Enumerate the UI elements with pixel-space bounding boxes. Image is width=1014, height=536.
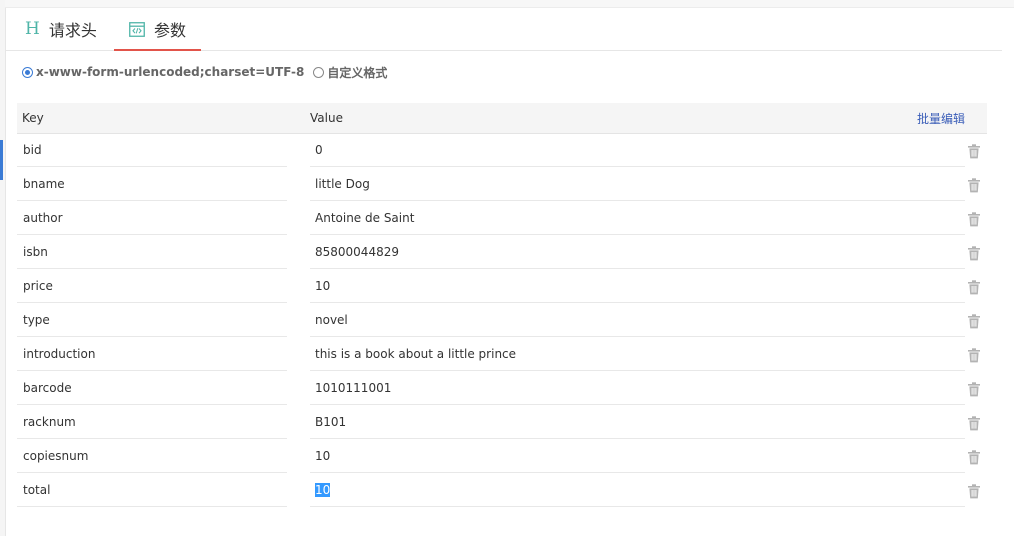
table-row: total 10 xyxy=(17,474,987,508)
value-column-header: Value xyxy=(310,111,343,125)
code-window-icon xyxy=(129,21,145,37)
key-input[interactable]: type xyxy=(17,304,287,337)
table-row: price 10 xyxy=(17,270,987,304)
bulk-edit-link[interactable]: 批量编辑 xyxy=(917,110,965,127)
key-input[interactable]: introduction xyxy=(17,338,287,371)
radio-checked-icon xyxy=(22,66,33,78)
value-input[interactable]: 0 xyxy=(310,134,965,167)
value-text: 10 xyxy=(315,449,331,463)
trash-icon[interactable] xyxy=(967,416,981,431)
body-format-options: x-www-form-urlencoded;charset=UTF-8 自定义格… xyxy=(22,63,387,81)
table-body: bid 0 bname little Dog author Antoine de Sain… xyxy=(17,134,987,508)
value-text: B101 xyxy=(315,415,347,429)
params-table: Key Value 批量编辑 bid 0 bname little Dog author… xyxy=(17,103,987,508)
key-text: isbn xyxy=(23,245,48,259)
tab-params-label: 参数 xyxy=(153,21,186,40)
tab-headers-label: 请求头 xyxy=(48,21,97,40)
table-row: racknum B101 xyxy=(17,406,987,440)
tab-params[interactable]: 参数 xyxy=(114,8,201,51)
value-input[interactable]: 10 xyxy=(310,474,965,507)
trash-icon[interactable] xyxy=(967,314,981,329)
key-input[interactable]: barcode xyxy=(17,372,287,405)
radio-custom-format-label: 自定义格式 xyxy=(327,65,388,80)
trash-icon[interactable] xyxy=(967,212,981,227)
value-input[interactable]: 85800044829 xyxy=(310,236,965,269)
key-text: price xyxy=(23,279,53,293)
trash-icon[interactable] xyxy=(967,144,981,159)
table-row: bid 0 xyxy=(17,134,987,168)
radio-unchecked-icon xyxy=(313,66,325,78)
key-input[interactable]: author xyxy=(17,202,287,235)
trash-icon[interactable] xyxy=(967,348,981,363)
key-text: copiesnum xyxy=(23,449,89,463)
key-input[interactable]: total xyxy=(17,474,287,507)
value-input[interactable]: this is a book about a little prince xyxy=(310,338,965,371)
value-text: 0 xyxy=(315,143,323,157)
key-text: racknum xyxy=(23,415,76,429)
value-input[interactable]: novel xyxy=(310,304,965,337)
value-text: Antoine de Saint xyxy=(315,211,415,225)
tab-headers[interactable]: H 请求头 xyxy=(25,8,97,50)
table-header: Key Value 批量编辑 xyxy=(17,103,987,134)
trash-icon[interactable] xyxy=(967,246,981,261)
trash-icon[interactable] xyxy=(967,178,981,193)
value-input[interactable]: Antoine de Saint xyxy=(310,202,965,235)
key-text: author xyxy=(23,211,63,225)
radio-custom-format[interactable]: 自定义格式 xyxy=(313,64,387,81)
key-input[interactable]: isbn xyxy=(17,236,287,269)
key-input[interactable]: copiesnum xyxy=(17,440,287,473)
table-row: barcode 1010111001 xyxy=(17,372,987,406)
key-text: type xyxy=(23,313,50,327)
value-text: little Dog xyxy=(315,177,370,191)
table-row: isbn 85800044829 xyxy=(17,236,987,270)
table-row: author Antoine de Saint xyxy=(17,202,987,236)
key-text: barcode xyxy=(23,381,72,395)
value-text: 10 xyxy=(315,279,331,293)
value-input[interactable]: 10 xyxy=(310,270,965,303)
key-input[interactable]: bname xyxy=(17,168,287,201)
key-input[interactable]: racknum xyxy=(17,406,287,439)
radio-urlencoded-label: x-www-form-urlencoded;charset=UTF-8 xyxy=(36,65,305,79)
value-text: 1010111001 xyxy=(315,381,392,395)
table-row: introduction this is a book about a littl… xyxy=(17,338,987,372)
left-panel-edge xyxy=(0,0,6,536)
table-row: bname little Dog xyxy=(17,168,987,202)
trash-icon[interactable] xyxy=(967,280,981,295)
value-text: 10 xyxy=(315,483,331,497)
value-input[interactable]: 1010111001 xyxy=(310,372,965,405)
key-text: total xyxy=(23,483,51,497)
value-text: 85800044829 xyxy=(315,245,399,259)
value-text: novel xyxy=(315,313,348,327)
key-input[interactable]: bid xyxy=(17,134,287,167)
heading-h-icon: H xyxy=(25,19,40,39)
trash-icon[interactable] xyxy=(967,382,981,397)
key-input[interactable]: price xyxy=(17,270,287,303)
trash-icon[interactable] xyxy=(967,484,981,499)
key-text: bname xyxy=(23,177,65,191)
value-input[interactable]: little Dog xyxy=(310,168,965,201)
key-text: introduction xyxy=(23,347,96,361)
left-panel-active-marker xyxy=(0,140,3,180)
table-row: copiesnum 10 xyxy=(17,440,987,474)
table-row: type novel xyxy=(17,304,987,338)
value-text: this is a book about a little prince xyxy=(315,347,517,361)
trash-icon[interactable] xyxy=(967,450,981,465)
value-input[interactable]: B101 xyxy=(310,406,965,439)
radio-urlencoded[interactable]: x-www-form-urlencoded;charset=UTF-8 xyxy=(22,65,304,79)
value-input[interactable]: 10 xyxy=(310,440,965,473)
top-strip xyxy=(5,0,1014,8)
key-text: bid xyxy=(23,143,42,157)
request-tabs: H 请求头 参数 xyxy=(5,8,1002,51)
key-column-header: Key xyxy=(22,111,44,125)
